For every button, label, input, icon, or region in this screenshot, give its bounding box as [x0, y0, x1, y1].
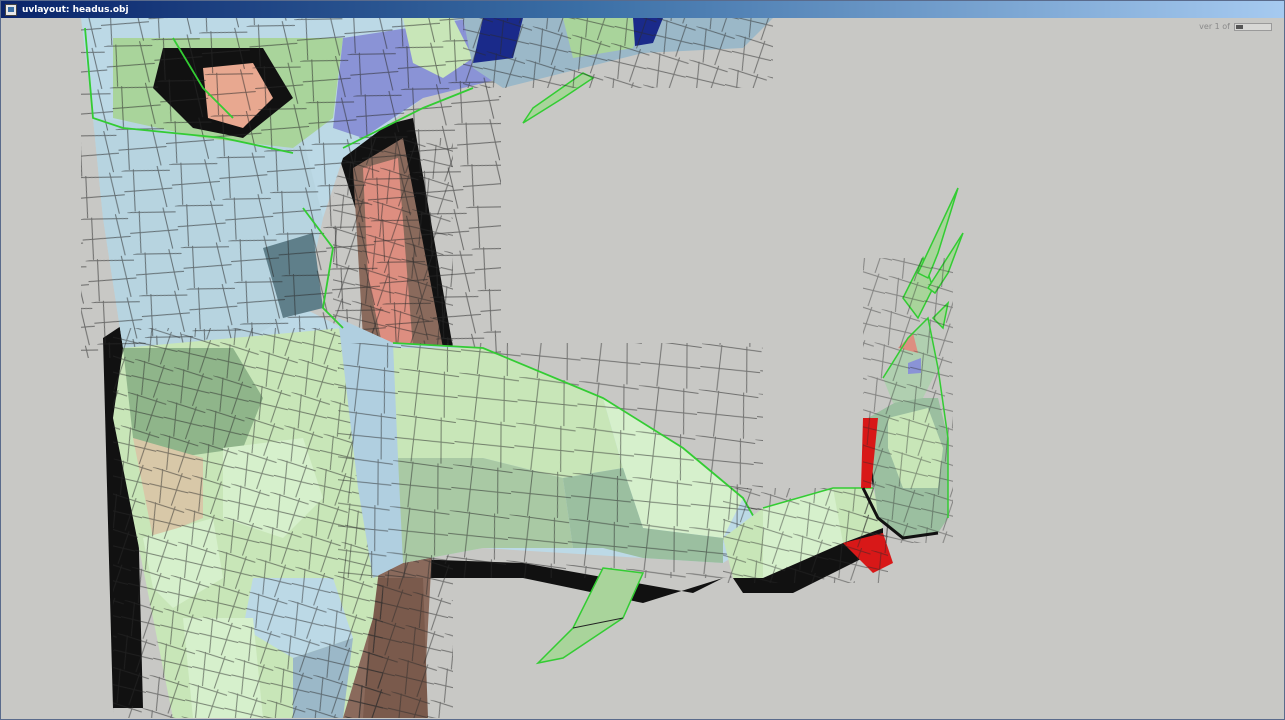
title-bar[interactable]: uvlayout: headus.obj [1, 1, 1284, 18]
level-slider[interactable] [1234, 22, 1272, 31]
uv-3d-viewport[interactable] [3, 18, 1282, 719]
status-label: ver 1 of [1199, 22, 1230, 31]
top-neck-strip [463, 18, 773, 124]
mesh-render[interactable] [3, 18, 1282, 719]
hand-claw [861, 187, 964, 543]
uvlayout-app-icon[interactable] [5, 3, 17, 16]
level-slider-thumb[interactable] [1236, 24, 1243, 29]
window-title: uvlayout: headus.obj [22, 4, 129, 15]
arm [338, 318, 764, 578]
application-window: uvlayout: headus.obj ver 1 of [0, 0, 1285, 720]
upper-torso [81, 18, 503, 358]
status-area: ver 1 of [1199, 22, 1272, 31]
